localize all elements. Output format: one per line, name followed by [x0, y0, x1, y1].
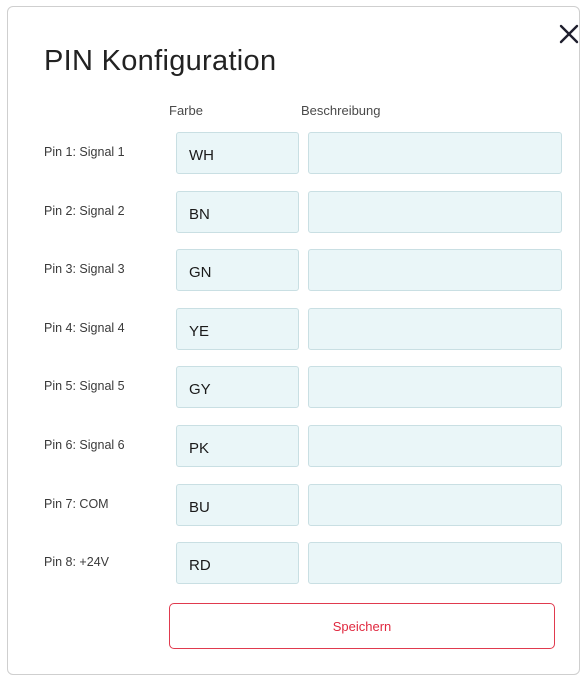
pin-label: Pin 8: +24V [44, 555, 109, 569]
pin-color-input[interactable] [176, 484, 299, 526]
pin-color-input[interactable] [176, 542, 299, 584]
pin-color-input[interactable] [176, 308, 299, 350]
pin-description-input[interactable] [308, 425, 562, 467]
pin-description-input[interactable] [308, 366, 562, 408]
pin-color-input[interactable] [176, 425, 299, 467]
dialog-title: PIN Konfiguration [44, 45, 277, 77]
pin-label: Pin 6: Signal 6 [44, 438, 125, 452]
pin-description-input[interactable] [308, 542, 562, 584]
pin-color-input[interactable] [176, 191, 299, 233]
pin-color-input[interactable] [176, 366, 299, 408]
pin-description-input[interactable] [308, 308, 562, 350]
pin-label: Pin 5: Signal 5 [44, 379, 125, 393]
column-header-description: Beschreibung [301, 103, 381, 118]
pin-label: Pin 3: Signal 3 [44, 262, 125, 276]
pin-color-input[interactable] [176, 132, 299, 174]
pin-description-input[interactable] [308, 249, 562, 291]
pin-description-input[interactable] [308, 191, 562, 233]
pin-label: Pin 4: Signal 4 [44, 321, 125, 335]
pin-color-input[interactable] [176, 249, 299, 291]
pin-label: Pin 7: COM [44, 497, 109, 511]
pin-description-input[interactable] [308, 132, 562, 174]
save-button[interactable]: Speichern [169, 603, 555, 649]
pin-config-dialog: PIN Konfiguration Farbe Beschreibung Pin… [7, 6, 580, 675]
close-icon[interactable] [556, 21, 580, 47]
pin-label: Pin 1: Signal 1 [44, 145, 125, 159]
pin-label: Pin 2: Signal 2 [44, 204, 125, 218]
pin-description-input[interactable] [308, 484, 562, 526]
column-header-color: Farbe [169, 103, 203, 118]
